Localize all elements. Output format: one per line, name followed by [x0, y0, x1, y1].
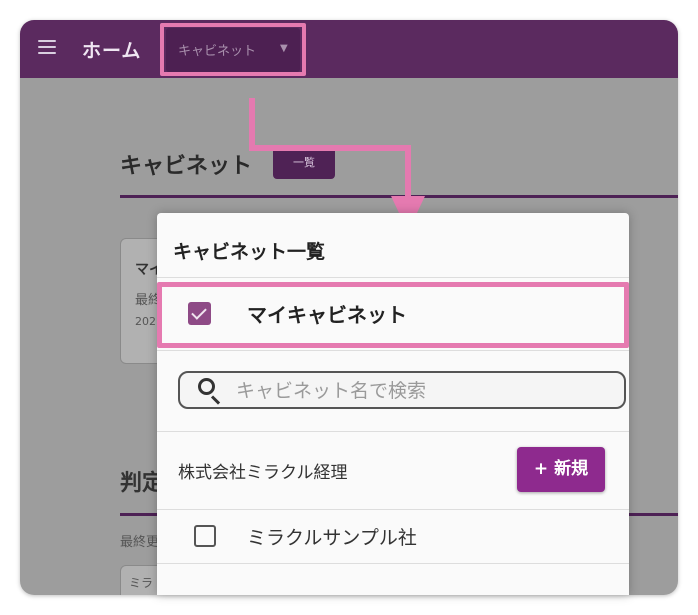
divider — [157, 563, 629, 564]
highlight-box-cabinet-select — [160, 23, 306, 76]
dropdown-title: キャビネット一覧 — [173, 241, 326, 263]
divider — [157, 509, 629, 510]
annotation-arrow-segment — [249, 98, 255, 150]
cabinet-label: ミラクルサンプル社 — [247, 527, 417, 549]
highlight-box-my-cabinet — [157, 282, 629, 348]
cabinet-search-box[interactable] — [178, 371, 626, 409]
menu-icon[interactable] — [38, 40, 56, 54]
search-icon — [198, 378, 224, 405]
card-date-partial: 202 — [135, 315, 156, 328]
annotation-arrow-segment — [405, 145, 411, 197]
cabinet-list-dropdown: キャビネット一覧 マイキャビネット 株式会社ミラクル経理 + 新規 ミラクルサン… — [157, 213, 629, 595]
divider — [157, 277, 629, 278]
app-bar: ホーム キャビネット ▼ — [20, 20, 678, 78]
section2-meta-partial: 最終更 — [120, 535, 160, 550]
section2-card-text: ミラ — [129, 576, 154, 590]
new-cabinet-button[interactable]: + 新規 — [517, 447, 605, 492]
divider — [157, 431, 629, 432]
home-title[interactable]: ホーム — [82, 36, 141, 63]
cabinet-checkbox[interactable] — [194, 525, 216, 547]
company-name: 株式会社ミラクル経理 — [178, 463, 348, 483]
cabinet-search-input[interactable] — [236, 378, 606, 404]
annotation-arrow-segment — [249, 145, 411, 151]
divider — [157, 350, 629, 351]
section-heading-cabinet: キャビネット — [120, 154, 253, 179]
